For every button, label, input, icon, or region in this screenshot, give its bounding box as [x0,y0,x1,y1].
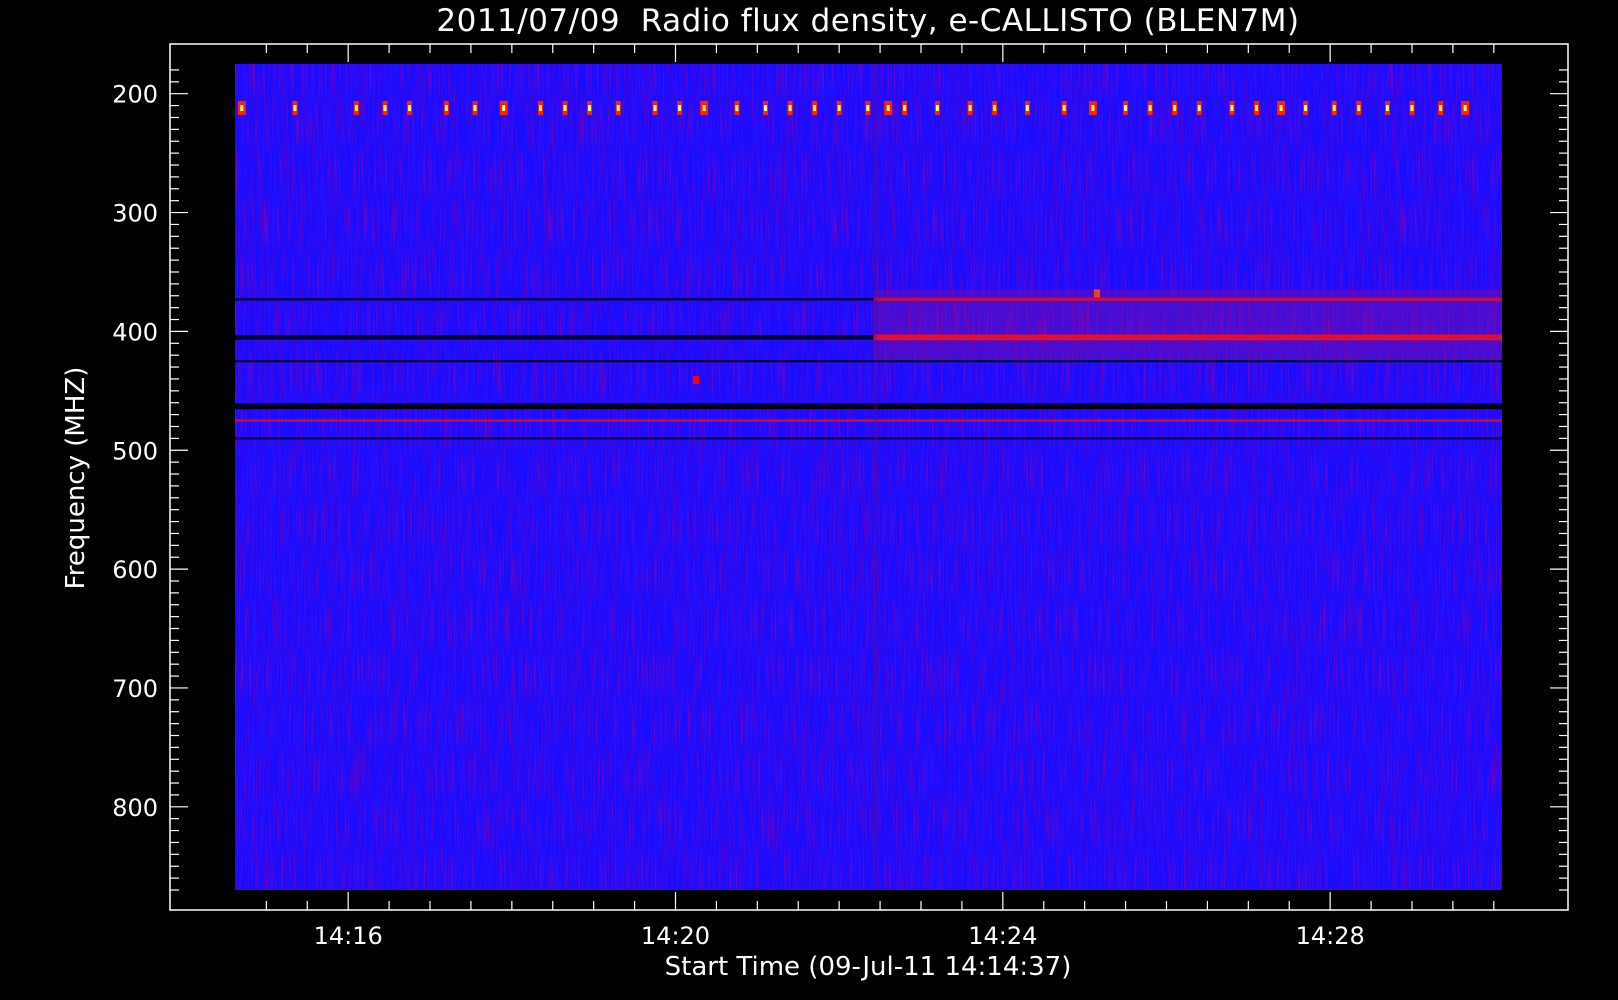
burst-peak [1173,104,1177,111]
frequency-band [235,359,1502,363]
frequency-band [235,419,1502,422]
burst-peak [1148,104,1152,111]
x-tick-label: 14:16 [314,922,383,950]
burst-peak [1124,104,1128,111]
heatmap-noise-dark [235,64,1502,890]
y-tick-label: 200 [112,81,158,109]
chart-title: 2011/07/09 Radio flux density, e-CALLIST… [436,3,1299,39]
burst-peak [408,104,412,111]
frequency-band [235,437,1502,440]
y-tick-label: 700 [112,675,158,703]
burst-peak [538,104,542,111]
burst-peak [502,104,506,111]
transition-line [873,64,878,890]
burst-peak [1357,104,1361,111]
burst-peak [1062,104,1066,111]
burst-peak [240,104,244,111]
burst-peak [473,104,477,111]
hot-spot [692,376,699,385]
y-tick-label: 600 [112,556,158,584]
y-tick-label: 800 [112,794,158,822]
frequency-band [235,403,1502,410]
burst-peak [1255,104,1259,111]
burst-peak [616,104,620,111]
burst-peak [563,104,567,111]
burst-peak [1304,104,1308,111]
y-tick-label: 500 [112,437,158,465]
burst-peak [788,104,792,111]
y-tick-label: 400 [112,318,158,346]
x-tick-label: 14:28 [1296,922,1365,950]
burst-peak [1385,104,1389,111]
frequency-band [235,298,874,301]
burst-peak [1463,104,1467,111]
x-tick-label: 14:20 [641,922,710,950]
burst-peak [886,104,890,111]
burst-peak [444,104,448,111]
frequency-band [873,297,1502,302]
spectrogram-chart: 200 300 400 500 600 700 800 14:16 14:20 14:24 14:2… [61,3,1569,982]
burst-peak [735,104,739,111]
burst-peak [1197,104,1201,111]
y-tick-label: 300 [112,200,158,228]
burst-peak [1091,104,1095,111]
spectrogram-heatmap [235,64,1502,890]
burst-peak [764,104,768,111]
x-tick-label: 14:24 [968,922,1037,950]
burst-peak [588,104,592,111]
burst-peak [702,104,706,111]
burst-peak [678,104,682,111]
burst-peak [903,104,907,111]
burst-peak [1410,104,1414,111]
y-axis-label: Frequency (MHZ) [61,367,91,590]
burst-peak [993,104,997,111]
burst-peak [813,104,817,111]
burst-peak [653,104,657,111]
burst-peak [293,104,297,111]
burst-peak [1332,104,1336,111]
burst-peak [383,104,387,111]
burst-peak [354,104,358,111]
x-axis-label: Start Time (09-Jul-11 14:14:37) [665,952,1072,982]
burst-peak [1230,104,1234,111]
burst-peak [1279,104,1283,111]
burst-peak [1439,104,1443,111]
burst-peak [866,104,870,111]
hot-spot [1093,289,1100,298]
burst-peak [968,104,972,111]
frequency-band [235,334,874,340]
burst-peak [935,104,939,111]
burst-peak [1025,104,1029,111]
burst-peak [837,104,841,111]
